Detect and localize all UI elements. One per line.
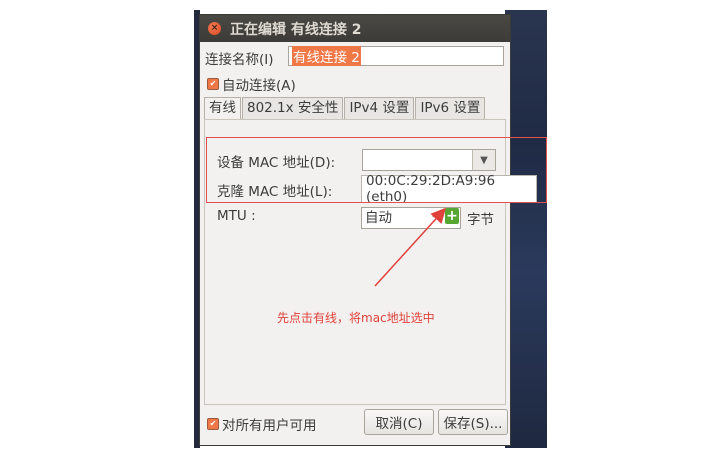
connection-name-row: 连接名称(I) xyxy=(205,48,274,68)
annotation-text: 先点击有线，将mac地址选中 xyxy=(277,311,435,325)
close-icon[interactable]: × xyxy=(208,22,221,35)
window-title: 正在编辑 有线连接 2 xyxy=(230,21,362,38)
tab-ipv4-settings[interactable]: IPv4 设置 xyxy=(344,97,415,119)
tab-bar: 有线 802.1x 安全性 IPv4 设置 IPv6 设置 xyxy=(204,97,486,119)
all-users-checkbox[interactable]: ✔ xyxy=(207,418,219,430)
auto-connect-label: 自动连接(A) xyxy=(222,78,296,94)
mtu-unit: 字节 xyxy=(467,212,494,228)
connection-name-input[interactable]: 有线连接 2 xyxy=(288,46,504,66)
annotation-highlight-box xyxy=(206,137,547,203)
mtu-unit-row: 字节 xyxy=(467,208,494,228)
tab-8021x-security[interactable]: 802.1x 安全性 xyxy=(242,97,344,119)
save-button[interactable]: 保存(S)... xyxy=(438,409,508,435)
all-users-label: 对所有用户可用 xyxy=(222,418,317,434)
title-bar: × 正在编辑 有线连接 2 xyxy=(200,15,510,42)
connection-name-value: 有线连接 2 xyxy=(292,46,361,66)
desktop-background xyxy=(505,10,547,448)
all-users-row[interactable]: ✔ 对所有用户可用 xyxy=(207,414,317,434)
auto-connect-row[interactable]: ✔ 自动连接(A) xyxy=(207,74,296,94)
mtu-row: MTU : xyxy=(217,208,256,224)
minus-icon[interactable]: − xyxy=(431,209,443,225)
auto-connect-checkbox[interactable]: ✔ xyxy=(207,78,219,90)
plus-icon[interactable]: + xyxy=(445,208,459,224)
edit-connection-dialog: × 正在编辑 有线连接 2 连接名称(I) 有线连接 2 ✔ 自动连接(A) 有… xyxy=(199,14,537,446)
connection-name-label: 连接名称(I) xyxy=(205,52,274,68)
cancel-button[interactable]: 取消(C) xyxy=(364,409,434,435)
tab-ipv6-settings[interactable]: IPv6 设置 xyxy=(415,97,486,119)
mtu-label: MTU : xyxy=(217,208,256,224)
tab-wired[interactable]: 有线 xyxy=(204,97,241,119)
mtu-value: 自动 xyxy=(365,210,392,226)
